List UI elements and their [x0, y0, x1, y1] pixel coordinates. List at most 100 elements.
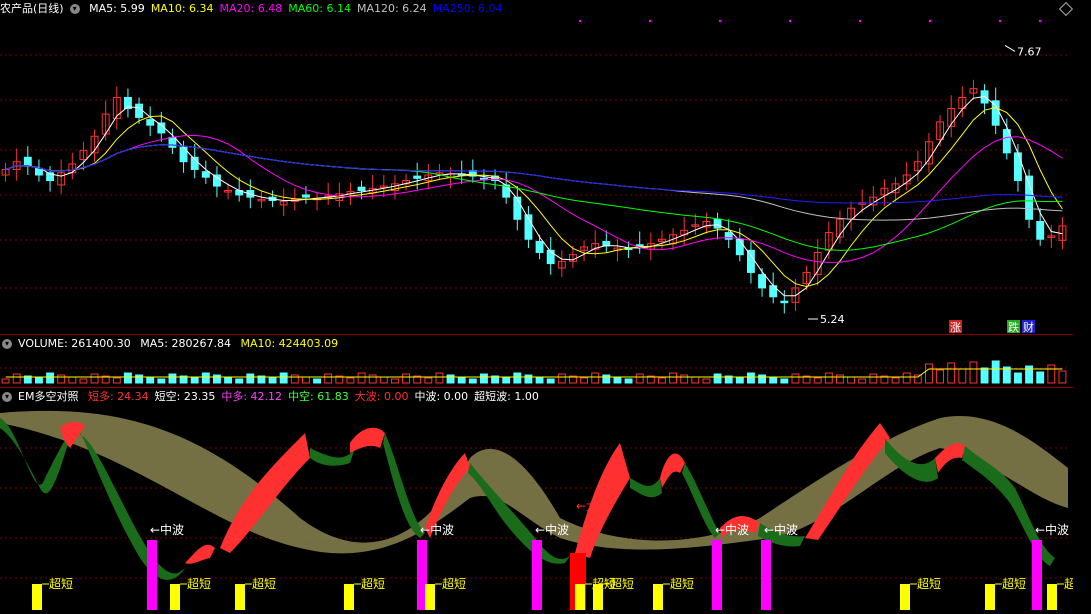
- volume-bar: [947, 362, 956, 384]
- candle-body: [1025, 175, 1034, 220]
- mid-wave-label: ←中波: [715, 522, 749, 537]
- volume-bar: [635, 373, 644, 384]
- volume-bar: [446, 374, 455, 384]
- volume-bar: [135, 374, 144, 384]
- volume-bar: [691, 376, 700, 384]
- candle-body: [168, 136, 177, 148]
- volume-bar: [680, 374, 689, 384]
- ultra-short-bar: [344, 584, 354, 610]
- volume-bar: [235, 378, 244, 384]
- bull-wave-segment: [660, 453, 685, 488]
- volume-bar: [858, 378, 867, 384]
- ultra-short-bar: [593, 584, 603, 610]
- volume-panel[interactable]: ▾ VOLUME: 261400.30 MA5: 280267.84 MA10: …: [0, 335, 1073, 387]
- tag-label: 跌: [1008, 320, 1019, 334]
- volume-bar: [936, 369, 945, 384]
- volume-bar: [201, 372, 210, 384]
- signal-dot: [1038, 19, 1042, 23]
- mid-wave-label: ←中波: [535, 522, 569, 537]
- volume-bar: [112, 377, 121, 384]
- signal-dot: [928, 19, 932, 23]
- volume-bar: [12, 373, 21, 384]
- ultra-short-label: 超短: [252, 576, 276, 591]
- volume-bar: [368, 374, 377, 384]
- ultra-short-bar: [170, 584, 180, 610]
- signal-dot: [998, 19, 1002, 23]
- volume-bar: [346, 377, 355, 384]
- ma-line: [5, 106, 1063, 288]
- ultra-short-label: 超短: [187, 576, 211, 591]
- ultra-short-bar: [653, 584, 663, 610]
- candle-body: [357, 186, 366, 192]
- candlestick-chart[interactable]: 7.67 5.24 涨 跌财: [0, 0, 1073, 334]
- volume-bar: [769, 376, 778, 384]
- volume-bar: [146, 376, 155, 384]
- volume-bar: [613, 376, 622, 384]
- bull-wave-segment: [185, 544, 215, 564]
- volume-bar: [580, 377, 589, 384]
- volume-bar: [702, 378, 711, 384]
- volume-bar: [212, 374, 221, 384]
- volume-bar: [746, 372, 755, 384]
- signal-dot: [648, 19, 652, 23]
- volume-bar: [424, 377, 433, 384]
- volume-bar: [268, 377, 277, 384]
- candle-body: [201, 171, 210, 178]
- volume-bar: [869, 373, 878, 384]
- high-pointer: [1004, 45, 1016, 52]
- volume-bar: [468, 378, 477, 384]
- tag-label: 财: [1023, 320, 1034, 334]
- mid-wave-label: ←中波: [764, 522, 798, 537]
- signal-dot: [578, 19, 582, 23]
- volume-bar: [301, 376, 310, 384]
- volume-bar: [980, 367, 989, 384]
- volume-bar: [279, 372, 288, 384]
- volume-bar: [435, 372, 444, 384]
- ma-line: [5, 134, 1063, 263]
- volume-bar: [557, 373, 566, 384]
- volume-bar: [46, 372, 55, 384]
- volume-bar: [68, 376, 77, 384]
- ultra-short-label: 超短: [361, 576, 385, 591]
- mid-wave-label: ←中波: [150, 522, 184, 537]
- ultra-short-label: 超短: [610, 576, 634, 591]
- volume-bar: [290, 374, 299, 384]
- volume-bar: [34, 377, 43, 384]
- volume-bar: [835, 374, 844, 384]
- em-indicator-chart[interactable]: ←中波 ←中波 ←中波 ←中波 ←中波 ←中波 ←大波超短 超短 超短 超短 超短 超短 超短 超短 超短 超…: [0, 388, 1073, 614]
- signal-dot: [718, 19, 722, 23]
- ultra-short-label: 超短: [1002, 576, 1026, 591]
- candle-body: [23, 156, 32, 167]
- right-scale-bar: [1073, 0, 1091, 614]
- volume-bar: [246, 373, 255, 384]
- ultra-short-label: 超短: [49, 576, 73, 591]
- volume-bar: [168, 373, 177, 384]
- tag-label: 涨: [950, 321, 961, 334]
- volume-bar: [1, 378, 10, 384]
- volume-bar: [513, 372, 522, 384]
- ultra-short-bar: [32, 584, 42, 610]
- ultra-short-bar: [235, 584, 245, 610]
- candle-body: [758, 274, 767, 289]
- volume-bar: [57, 374, 66, 384]
- price-panel[interactable]: 农产品(日线) ▾ MA5: 5.99 MA10: 6.34 MA20: 6.48 MA…: [0, 0, 1073, 334]
- volume-bar: [90, 373, 99, 384]
- volume-chart[interactable]: [0, 335, 1073, 387]
- volume-bar: [313, 378, 322, 384]
- volume-bar: [624, 378, 633, 384]
- volume-bar: [813, 377, 822, 384]
- volume-bar: [847, 376, 856, 384]
- em-panel[interactable]: ▾ EM多空对照 短多: 24.34 短空: 23.35 中多: 42.12 中空: 6…: [0, 388, 1073, 614]
- bear-wave-segment: [310, 448, 355, 466]
- ma-line: [5, 144, 1063, 221]
- volume-bar: [379, 376, 388, 384]
- signal-dot: [858, 19, 862, 23]
- candle-body: [413, 175, 422, 179]
- mid-wave-bar: [712, 540, 722, 610]
- ultra-short-label: 超短: [917, 576, 941, 591]
- volume-bar: [357, 372, 366, 384]
- mid-wave-bar: [761, 540, 771, 610]
- mid-wave-label: ←中波: [1035, 522, 1069, 537]
- volume-bar: [1036, 371, 1045, 384]
- volume-bar: [324, 373, 333, 384]
